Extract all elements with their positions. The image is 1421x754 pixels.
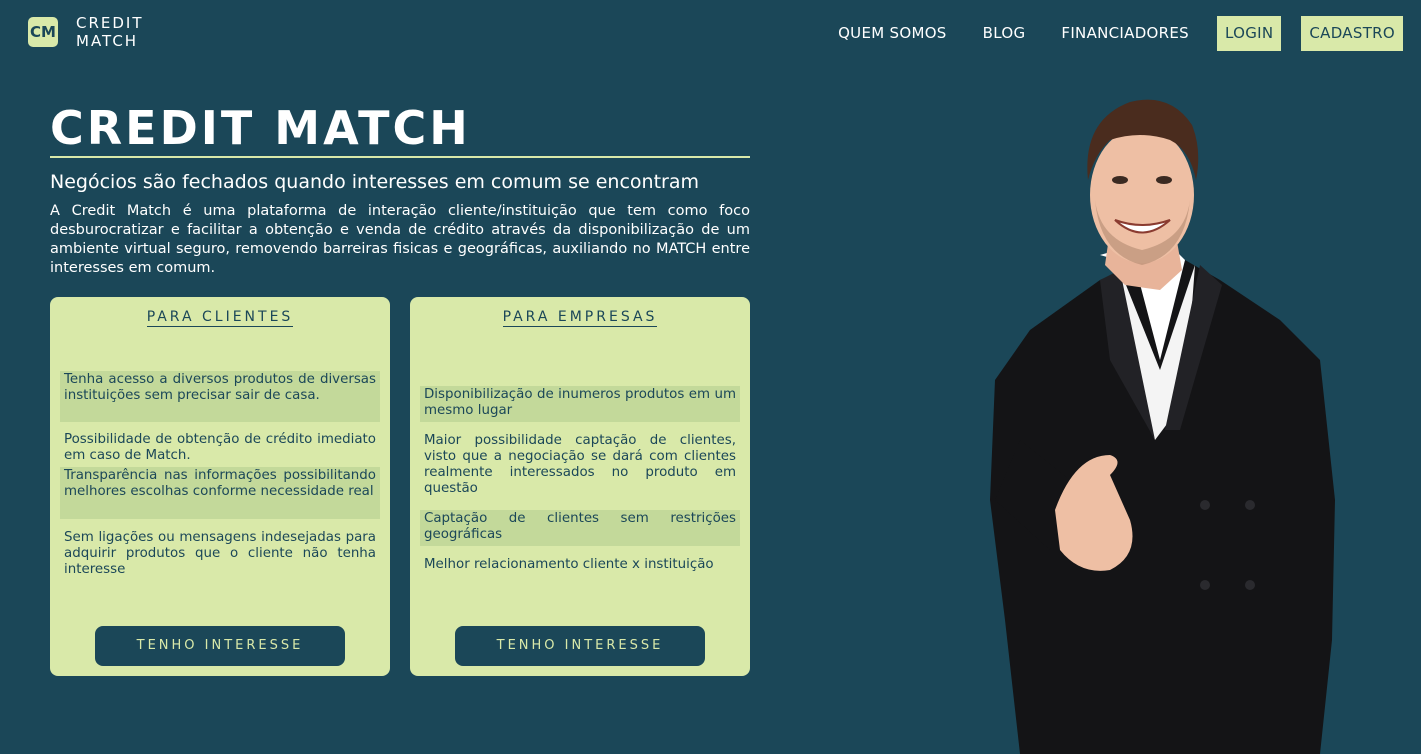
card-clients-items: Tenha acesso a diversos produtos de dive… [60,371,380,581]
card-companies: PARA EMPRESAS Disponibilização de inumer… [410,297,750,676]
logo-badge: CM [28,17,58,47]
list-item: Disponibilização de inumeros produtos em… [420,386,740,422]
companies-interest-button[interactable]: TENHO INTERESSE [455,626,705,666]
login-button[interactable]: LOGIN [1216,16,1282,51]
top-navbar: CM CREDIT MATCH QUEM SOMOS BLOG FINANCIA… [0,0,1421,68]
hero-subtitle: Negócios são fechados quando interesses … [50,171,699,193]
card-companies-items: Disponibilização de inumeros produtos em… [420,386,740,576]
right-eye [1156,176,1172,184]
jacket-button [1245,580,1255,590]
hero-section: CREDIT MATCH Negócios são fechados quand… [50,100,750,278]
nav-link-financiadores[interactable]: FINANCIADORES [1061,16,1189,51]
card-clients-title: PARA CLIENTES [50,309,390,327]
hero-description: A Credit Match é uma plataforma de inter… [50,203,750,276]
nav-link-quem-somos[interactable]: QUEM SOMOS [838,16,947,51]
face [1090,127,1194,263]
card-clients-title-text: PARA CLIENTES [146,309,294,327]
list-item: Maior possibilidade captação de clientes… [424,433,736,496]
nav-links: QUEM SOMOS BLOG FINANCIADORES LOGIN CADA… [838,16,1403,51]
jacket-button [1245,500,1255,510]
logo[interactable]: CM CREDIT MATCH [28,14,144,50]
card-clients: PARA CLIENTES Tenha acesso a diversos pr… [50,297,390,676]
clients-interest-button[interactable]: TENHO INTERESSE [95,626,345,666]
list-item: Transparência nas informações possibilit… [60,467,380,519]
hero-title: CREDIT MATCH [50,101,471,155]
signup-button[interactable]: CADASTRO [1301,16,1403,51]
card-companies-title-text: PARA EMPRESAS [502,309,658,327]
list-item: Melhor relacionamento cliente x institui… [424,557,714,572]
businessman-photo [990,99,1335,754]
logo-line-1: CREDIT [76,14,144,32]
logo-line-2: MATCH [76,32,139,50]
list-item: Tenha acesso a diversos produtos de dive… [60,371,380,422]
jacket-button [1200,580,1210,590]
list-item: Captação de clientes sem restrições geog… [420,510,740,546]
hero-divider [50,156,750,158]
jacket-button [1200,500,1210,510]
nav-link-blog[interactable]: BLOG [983,16,1026,51]
card-companies-title: PARA EMPRESAS [410,309,750,327]
list-item: Possibilidade de obtenção de crédito ime… [64,432,376,463]
logo-text: CREDIT MATCH [76,14,144,50]
list-item: Sem ligações ou mensagens indesejadas pa… [64,530,376,577]
left-eye [1112,176,1128,184]
